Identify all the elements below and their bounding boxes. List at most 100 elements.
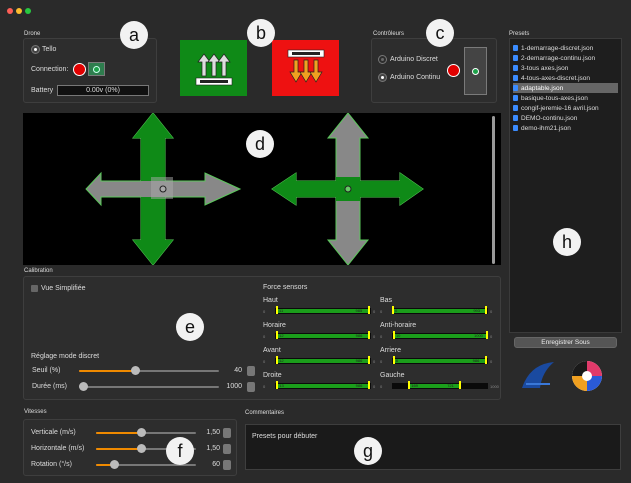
speed-slider-handle[interactable] (137, 428, 146, 437)
sensor-low-value: 8 (395, 358, 398, 363)
speed-slider-handle[interactable] (137, 444, 146, 453)
sensor-range-bar: 11 985 (275, 306, 371, 314)
speed-value[interactable]: 60 (200, 461, 220, 468)
force-sensors-title: Force sensors (263, 284, 308, 291)
preset-item[interactable]: 1-demarrage-discret.json (513, 43, 618, 53)
sensor-high-handle[interactable] (367, 381, 370, 389)
sensor-label: Anti-horaire (380, 322, 417, 329)
preset-item[interactable]: basique-tous-axes.json (513, 93, 618, 103)
file-icon (513, 75, 518, 81)
simplified-view-checkbox[interactable] (31, 285, 38, 292)
sensor-high-handle[interactable] (484, 356, 487, 364)
sensor-low-handle[interactable] (408, 381, 411, 389)
speed-stepper[interactable] (223, 460, 231, 470)
sensor-high-value: 986 (355, 333, 363, 338)
sensor-high-handle[interactable] (367, 331, 370, 339)
sensor-high-handle[interactable] (459, 381, 462, 389)
speed-stepper[interactable] (223, 428, 231, 438)
preset-item-label: 3-tous axes.json (521, 64, 569, 72)
callout-b: b (247, 19, 275, 47)
connect-button[interactable] (88, 62, 105, 76)
drone-group-label: Drone (24, 31, 41, 37)
preset-item-label: demo-ihm21.json (521, 124, 571, 132)
controllers-group-label: Contrôleurs (373, 31, 405, 37)
save-as-button[interactable]: Enregistrer Sous (514, 337, 617, 348)
sensor-low-handle[interactable] (276, 381, 279, 389)
preset-item[interactable]: adaptable.json (513, 83, 618, 93)
sensor-low-handle[interactable] (276, 306, 279, 314)
arduino-continuous-radio[interactable] (379, 74, 386, 81)
preset-item[interactable]: DEMO-continu.json (513, 113, 618, 123)
preset-item[interactable]: congif-jeremie-16 avril.json (513, 103, 618, 113)
sensor-high-handle[interactable] (485, 306, 488, 314)
speed-slider-handle[interactable] (110, 460, 119, 469)
threshold-slider[interactable] (79, 366, 219, 375)
sensor-low-handle[interactable] (392, 356, 395, 364)
sensor-low-handle[interactable] (392, 331, 395, 339)
tello-radio[interactable] (32, 46, 39, 53)
sensor-min: 0 (380, 384, 383, 389)
sensor-high-value: 993 (473, 308, 480, 313)
duration-slider[interactable] (79, 382, 219, 391)
sensor-max: 0 (373, 359, 376, 364)
speeds-group-label: Vitesses (24, 409, 47, 415)
threshold-slider-fill (79, 370, 135, 372)
callout-e: e (176, 313, 204, 341)
sensor-low-handle[interactable] (276, 356, 279, 364)
arduino-continuous-label: Arduino Continu (390, 74, 441, 81)
preset-item[interactable]: 3-tous axes.json (513, 63, 618, 73)
sensor-high-handle[interactable] (486, 331, 488, 339)
preset-item[interactable]: 2-demarrage-continu.json (513, 53, 618, 63)
speed-label: Verticale (m/s) (31, 429, 76, 436)
sensor-label: Haut (263, 297, 278, 304)
sensor-max: 0 (373, 309, 376, 314)
comments-textarea[interactable]: Presets pour débuter (245, 424, 621, 470)
duration-value[interactable]: 1000 (222, 383, 242, 390)
land-button[interactable] (272, 40, 339, 96)
sensor-max: 0 (490, 359, 493, 364)
takeoff-button[interactable] (180, 40, 247, 96)
sensor-max: 0 (373, 384, 376, 389)
sensor-low-handle[interactable] (392, 306, 394, 314)
threshold-stepper[interactable] (247, 366, 255, 376)
arduino-discrete-radio[interactable] (379, 56, 386, 63)
sensor-min: 0 (380, 334, 383, 339)
threshold-slider-handle[interactable] (131, 366, 140, 375)
sensor-min: 0 (380, 309, 383, 314)
threshold-value[interactable]: 40 (222, 367, 242, 374)
sensor-high-handle[interactable] (367, 306, 370, 314)
callout-c: c (426, 19, 454, 47)
controllers-group: Arduino Discret Arduino Continu (371, 38, 497, 103)
sensor-min: 0 (263, 359, 266, 364)
visualization-scrollbar[interactable] (492, 116, 495, 264)
tello-label: Tello (42, 46, 57, 53)
preset-item-label: adaptable.json (521, 84, 564, 92)
callout-h: h (553, 228, 581, 256)
presets-list[interactable]: 1-demarrage-discret.json 2-demarrage-cont… (509, 38, 622, 333)
controller-connect-button[interactable] (464, 47, 487, 95)
discrete-settings-title: Réglage mode discret (31, 353, 100, 360)
sensor-label: Horaire (263, 322, 286, 329)
sensor-low-value: 0 (395, 308, 398, 313)
sensor-low-handle[interactable] (276, 331, 279, 339)
zoom-icon[interactable] (25, 8, 31, 14)
speed-value[interactable]: 1,50 (200, 429, 220, 436)
sensor-low-value: 11 (279, 308, 284, 313)
sensor-range-bar: 8 986 (392, 356, 488, 364)
speed-stepper[interactable] (223, 444, 231, 454)
file-icon (513, 95, 518, 101)
sensor-high-handle[interactable] (367, 356, 370, 364)
duration-slider-handle[interactable] (79, 382, 88, 391)
sensor-range-bar: 10 1000 (392, 331, 488, 339)
preset-item[interactable]: demo-ihm21.json (513, 123, 618, 133)
file-icon (513, 65, 518, 71)
speed-value[interactable]: 1,50 (200, 445, 220, 452)
duration-stepper[interactable] (247, 382, 255, 392)
callout-a: a (120, 21, 148, 49)
preset-item[interactable]: 4-tous-axes-discret.json (513, 73, 618, 83)
close-icon[interactable] (7, 8, 13, 14)
minimize-icon[interactable] (16, 8, 22, 14)
speed-slider[interactable] (96, 428, 196, 437)
file-icon (513, 105, 518, 111)
sensor-min: 0 (263, 384, 266, 389)
